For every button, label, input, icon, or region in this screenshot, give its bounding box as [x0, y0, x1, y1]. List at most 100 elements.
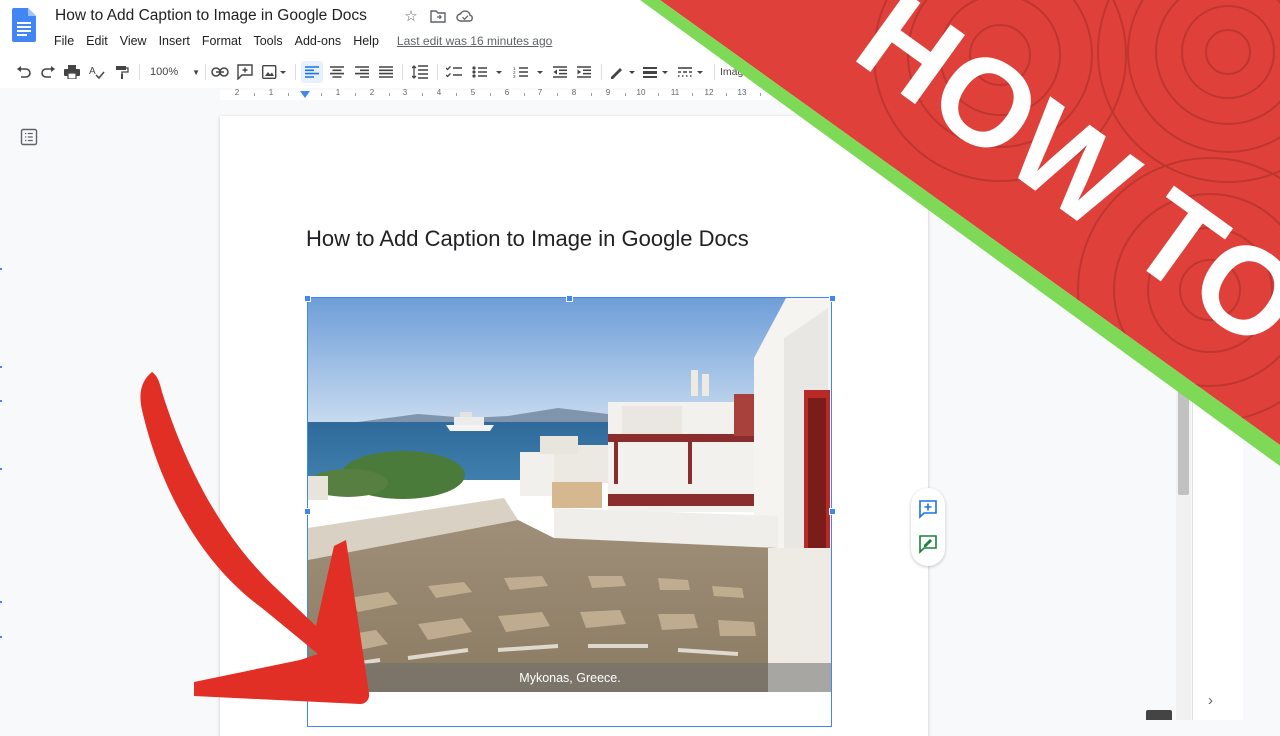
decrease-indent-icon[interactable]: [550, 61, 570, 83]
document-heading[interactable]: How to Add Caption to Image in Google Do…: [306, 226, 749, 252]
menu-bar: File Edit View Insert Format Tools Add-o…: [54, 33, 552, 49]
ruler-tick: [254, 93, 255, 96]
spellcheck-icon[interactable]: A: [87, 61, 107, 83]
toolbar-divider: [139, 64, 140, 80]
ruler-tick: [524, 93, 525, 96]
ruler-tick: [456, 93, 457, 96]
menu-insert[interactable]: Insert: [159, 34, 190, 48]
left-edge-mark: [0, 468, 2, 470]
chevron-down-icon: ▼: [192, 67, 200, 77]
ruler-tick: [658, 93, 659, 96]
ruler-tick: [389, 93, 390, 96]
indent-marker[interactable]: [300, 91, 310, 98]
last-edit-link[interactable]: Last edit was 16 minutes ago: [397, 34, 552, 48]
mykonos-photo: [308, 298, 832, 692]
ruler-tick: [321, 93, 322, 96]
ruler-tick: [288, 93, 289, 96]
zoom-value: 100%: [150, 66, 179, 78]
ruler-number: 2: [234, 88, 240, 97]
menu-view[interactable]: View: [120, 34, 147, 48]
insert-comment-icon[interactable]: [235, 61, 255, 83]
ruler-tick: [557, 93, 558, 96]
align-right-icon[interactable]: [352, 61, 372, 83]
ruler-number: 8: [571, 88, 577, 97]
left-edge-mark: [0, 366, 2, 368]
align-center-icon[interactable]: [327, 61, 347, 83]
border-dash-icon[interactable]: [677, 61, 707, 83]
left-edge-mark: [0, 400, 2, 402]
ruler-tick: [591, 93, 592, 96]
align-left-icon[interactable]: [301, 61, 323, 83]
explore-button[interactable]: [1146, 710, 1172, 720]
increase-indent-icon[interactable]: [574, 61, 594, 83]
side-panel: [1192, 102, 1243, 720]
caption-overlay: Mykonas, Greece.: [308, 663, 832, 692]
resize-handle-left[interactable]: [304, 508, 311, 515]
ruler-number: 1: [268, 88, 274, 97]
title-bar: How to Add Caption to Image in Google Do…: [0, 0, 1280, 56]
horizontal-ruler[interactable]: 2 1 1 2 3 4 5 6 7 8 9 10 11 12 13: [0, 88, 1280, 102]
document-outline-icon[interactable]: [20, 128, 38, 146]
ruler-tick: [625, 93, 626, 96]
ruler-number: 3: [402, 88, 408, 97]
toolbar-divider: [714, 64, 715, 80]
ruler-tick: [422, 93, 423, 96]
numbered-list-icon[interactable]: 123: [511, 61, 545, 83]
menu-tools[interactable]: Tools: [253, 34, 282, 48]
ruler-tick: [355, 93, 356, 96]
ruler-tick: [760, 93, 761, 96]
ruler-number: 13: [737, 88, 747, 97]
toolbar-divider: [295, 64, 296, 80]
ruler-number: 5: [470, 88, 476, 97]
ruler-number: 7: [537, 88, 543, 97]
google-docs-logo[interactable]: [12, 8, 36, 42]
border-color-icon[interactable]: [608, 61, 636, 83]
menu-help[interactable]: Help: [353, 34, 379, 48]
resize-handle-top-left[interactable]: [304, 295, 311, 302]
scrollbar-thumb[interactable]: [1178, 380, 1189, 495]
bulleted-list-icon[interactable]: [470, 61, 504, 83]
add-comment-icon[interactable]: [918, 499, 938, 519]
chevron-right-icon[interactable]: ›: [1208, 692, 1224, 709]
border-weight-icon[interactable]: [642, 61, 672, 83]
inserted-image[interactable]: [308, 298, 832, 692]
move-to-folder-icon[interactable]: [429, 7, 447, 25]
print-icon[interactable]: [62, 61, 82, 83]
ruler-number: 9: [605, 88, 611, 97]
ruler-number: 1: [335, 88, 341, 97]
left-edge-mark: [0, 601, 2, 603]
checklist-icon[interactable]: [444, 61, 464, 83]
star-icon[interactable]: ☆: [402, 7, 420, 25]
suggest-edit-icon[interactable]: [918, 534, 938, 554]
insert-link-icon[interactable]: [210, 61, 230, 83]
left-edge-mark: [0, 636, 2, 638]
ruler-number: 2: [369, 88, 375, 97]
image-caption[interactable]: Mykonas, Greece.: [519, 671, 620, 685]
menu-format[interactable]: Format: [202, 34, 242, 48]
redo-icon[interactable]: [38, 61, 58, 83]
ruler-number: 12: [704, 88, 714, 97]
insert-image-icon[interactable]: [260, 61, 288, 83]
image-options-button[interactable]: Imag: [720, 61, 754, 83]
align-justify-icon[interactable]: [376, 61, 396, 83]
toolbar-divider: [601, 64, 602, 80]
ruler-number: 10: [636, 88, 646, 97]
ruler-tick: [490, 93, 491, 96]
zoom-select[interactable]: 100% ▼: [150, 61, 200, 83]
side-actions-panel: [911, 488, 945, 566]
svg-text:3: 3: [513, 74, 516, 78]
paint-format-icon[interactable]: [112, 61, 132, 83]
cloud-saved-icon[interactable]: [456, 7, 474, 25]
svg-text:A: A: [89, 66, 96, 77]
resize-handle-top[interactable]: [566, 295, 573, 302]
line-spacing-icon[interactable]: [410, 61, 430, 83]
resize-handle-right[interactable]: [829, 508, 836, 515]
document-title[interactable]: How to Add Caption to Image in Google Do…: [55, 7, 367, 25]
image-options-label: Imag: [720, 66, 744, 78]
ruler-number: 11: [670, 88, 680, 97]
menu-edit[interactable]: Edit: [86, 34, 108, 48]
undo-icon[interactable]: [14, 61, 34, 83]
menu-file[interactable]: File: [54, 34, 74, 48]
menu-add-ons[interactable]: Add-ons: [295, 34, 342, 48]
resize-handle-top-right[interactable]: [829, 295, 836, 302]
